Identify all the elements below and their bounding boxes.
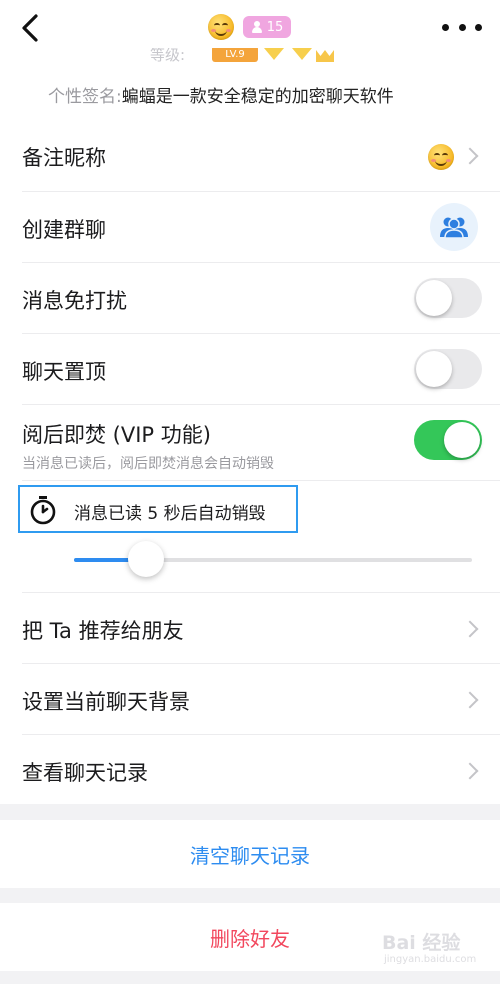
clear-chat-history-button[interactable]: 清空聊天记录	[0, 820, 500, 888]
signature-label: 个性签名:	[48, 87, 122, 107]
dot-icon	[442, 23, 449, 31]
chevron-right-icon	[461, 762, 479, 780]
chevron-left-icon	[22, 14, 38, 42]
avatar-emoji-icon	[208, 14, 234, 40]
member-badge: 15	[243, 16, 291, 38]
burn-after-read-row: 阅后即焚 (VIP 功能) 当消息已读后，阅后即焚消息会自动销毁	[0, 405, 500, 481]
crown-icon	[316, 50, 334, 62]
settings-list: 备注昵称 创建群聊 消息免打扰 聊天置顶 阅后即焚 (VIP 功能) 当消息已读…	[0, 118, 500, 804]
dot-icon	[458, 23, 466, 31]
chevron-right-icon	[461, 620, 479, 638]
burn-after-read-label: 阅后即焚 (VIP 功能)	[22, 423, 211, 447]
remark-name-label: 备注昵称	[22, 146, 106, 170]
chat-history-label: 查看聊天记录	[22, 761, 148, 785]
watermark: Bai 经验 jingyan.baidu.com	[382, 928, 480, 972]
diamond-icon	[292, 48, 312, 60]
recommend-friend-row[interactable]: 把 Ta 推荐给朋友	[0, 593, 500, 664]
chat-info-header: 15 等级: LV.9 个性签名:蝙蝠是一款安全稳定的加密聊天软件	[0, 0, 500, 118]
pin-chat-label: 聊天置顶	[22, 360, 106, 384]
chevron-right-icon	[461, 147, 479, 165]
more-options-button[interactable]	[442, 14, 482, 40]
watermark-text: Bai 经验	[382, 932, 461, 954]
create-group-label: 创建群聊	[22, 218, 106, 242]
level-badge: LV.9	[212, 48, 258, 62]
chat-background-row[interactable]: 设置当前聊天背景	[0, 664, 500, 735]
stopwatch-icon	[30, 496, 56, 525]
pin-chat-row: 聊天置顶	[0, 334, 500, 405]
remark-name-row[interactable]: 备注昵称	[0, 118, 500, 192]
chat-history-row[interactable]: 查看聊天记录	[0, 735, 500, 804]
group-chat-icon	[430, 203, 478, 251]
back-button[interactable]	[14, 10, 46, 46]
level-label: 等级:	[150, 48, 186, 64]
signature: 个性签名:蝙蝠是一款安全稳定的加密聊天软件	[48, 82, 394, 107]
burn-timer-text: 消息已读 5 秒后自动销毁	[74, 504, 266, 524]
member-count: 15	[266, 19, 284, 35]
watermark-sub: jingyan.baidu.com	[384, 954, 477, 965]
pin-chat-toggle[interactable]	[414, 349, 482, 389]
burn-after-read-description: 当消息已读后，阅后即焚消息会自动销毁	[22, 456, 274, 472]
person-icon	[251, 21, 263, 33]
dot-icon	[475, 23, 482, 31]
slider-thumb[interactable]	[127, 541, 164, 577]
chevron-right-icon	[461, 691, 479, 709]
do-not-disturb-row: 消息免打扰	[0, 263, 500, 334]
do-not-disturb-label: 消息免打扰	[22, 289, 127, 313]
chat-background-label: 设置当前聊天背景	[22, 690, 190, 714]
burn-timer-slider[interactable]	[74, 541, 472, 577]
remark-emoji-icon	[428, 144, 454, 170]
burn-timer-info: 消息已读 5 秒后自动销毁	[18, 485, 298, 533]
recommend-friend-label: 把 Ta 推荐给朋友	[22, 619, 184, 643]
signature-text: 蝙蝠是一款安全稳定的加密聊天软件	[121, 87, 394, 107]
level-row: 等级: LV.9	[150, 48, 350, 70]
create-group-row[interactable]: 创建群聊	[0, 192, 500, 263]
do-not-disturb-toggle[interactable]	[414, 278, 482, 318]
burn-after-read-toggle[interactable]	[414, 420, 482, 460]
diamond-icon	[264, 48, 284, 60]
